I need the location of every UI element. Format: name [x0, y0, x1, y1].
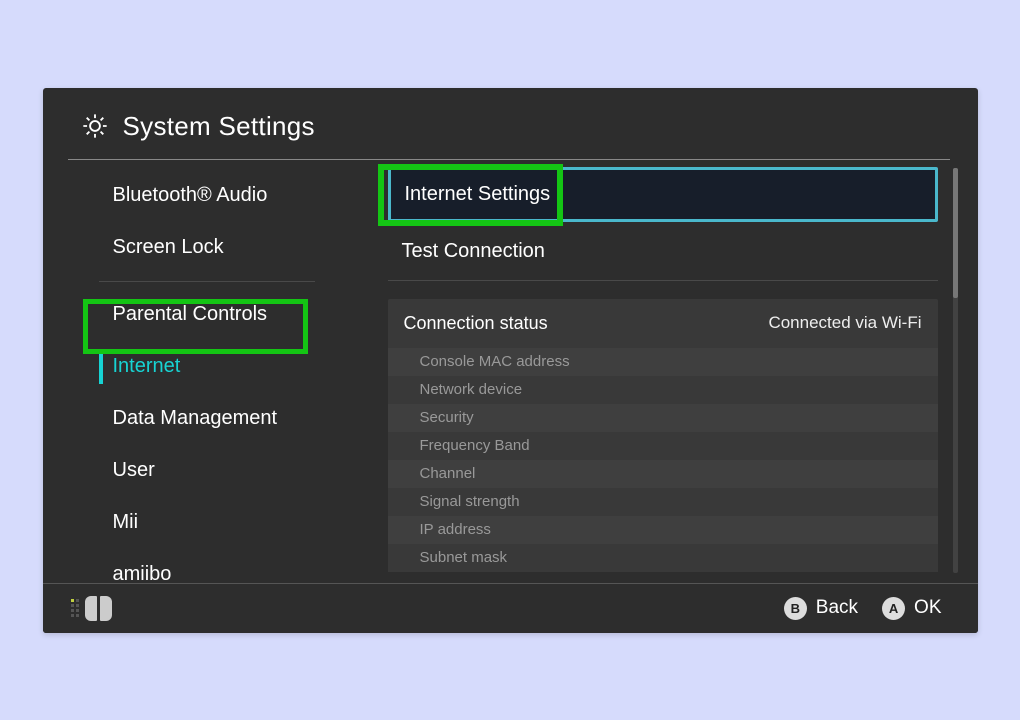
- footer-right: B Back A OK: [784, 597, 942, 620]
- connection-status-panel: Connection status Connected via Wi-Fi Co…: [388, 299, 938, 572]
- option-test-connection[interactable]: Test Connection: [388, 227, 938, 277]
- status-row-mac-address: Console MAC address: [388, 348, 938, 376]
- a-button-icon: A: [882, 597, 905, 620]
- sidebar-item-parental-controls[interactable]: Parental Controls: [43, 289, 343, 341]
- status-row-channel: Channel: [388, 460, 938, 488]
- connection-status-header: Connection status Connected via Wi-Fi: [388, 299, 938, 348]
- connection-status-value: Connected via Wi-Fi: [768, 313, 921, 333]
- main-divider: [388, 280, 938, 281]
- console-window: System Settings Bluetooth® Audio Screen …: [43, 88, 978, 633]
- scrollbar[interactable]: [953, 168, 958, 573]
- gear-icon: [81, 112, 109, 140]
- sidebar-item-screen-lock[interactable]: Screen Lock: [43, 222, 343, 274]
- sidebar-item-internet[interactable]: Internet: [43, 341, 343, 393]
- sidebar-item-label: Data Management: [113, 407, 278, 430]
- sidebar-item-user[interactable]: User: [43, 445, 343, 497]
- controller-indicator-icon: [71, 599, 79, 617]
- sidebar: Bluetooth® Audio Screen Lock Parental Co…: [43, 160, 343, 575]
- b-button-icon: B: [784, 597, 807, 620]
- status-row-security: Security: [388, 404, 938, 432]
- controller-icon: [85, 596, 112, 621]
- sidebar-item-bluetooth-audio[interactable]: Bluetooth® Audio: [43, 170, 343, 222]
- page-title: System Settings: [123, 111, 315, 142]
- sidebar-item-label: Screen Lock: [113, 236, 224, 259]
- footer-left: [71, 596, 112, 621]
- sidebar-item-label: Bluetooth® Audio: [113, 184, 268, 207]
- scrollbar-thumb[interactable]: [953, 168, 958, 298]
- sidebar-item-label: User: [113, 459, 155, 482]
- option-internet-settings[interactable]: Internet Settings: [388, 167, 938, 222]
- ok-button[interactable]: A OK: [882, 597, 941, 620]
- sidebar-item-label: Internet: [113, 355, 181, 378]
- option-label: Internet Settings: [405, 183, 551, 206]
- status-row-network-device: Network device: [388, 376, 938, 404]
- header: System Settings: [43, 88, 978, 159]
- sidebar-item-label: Parental Controls: [113, 303, 268, 326]
- ok-label: OK: [914, 597, 941, 619]
- connection-status-title: Connection status: [404, 313, 548, 334]
- status-row-frequency-band: Frequency Band: [388, 432, 938, 460]
- sidebar-divider: [99, 281, 315, 282]
- footer: B Back A OK: [43, 583, 978, 633]
- sidebar-item-mii[interactable]: Mii: [43, 497, 343, 549]
- status-row-subnet-mask: Subnet mask: [388, 544, 938, 572]
- option-label: Test Connection: [402, 240, 545, 263]
- sidebar-item-data-management[interactable]: Data Management: [43, 393, 343, 445]
- back-label: Back: [816, 597, 858, 619]
- back-button[interactable]: B Back: [784, 597, 858, 620]
- body: Bluetooth® Audio Screen Lock Parental Co…: [43, 160, 978, 575]
- sidebar-item-label: Mii: [113, 511, 139, 534]
- main-panel: Internet Settings Test Connection Connec…: [343, 160, 978, 575]
- status-row-ip-address: IP address: [388, 516, 938, 544]
- status-row-signal-strength: Signal strength: [388, 488, 938, 516]
